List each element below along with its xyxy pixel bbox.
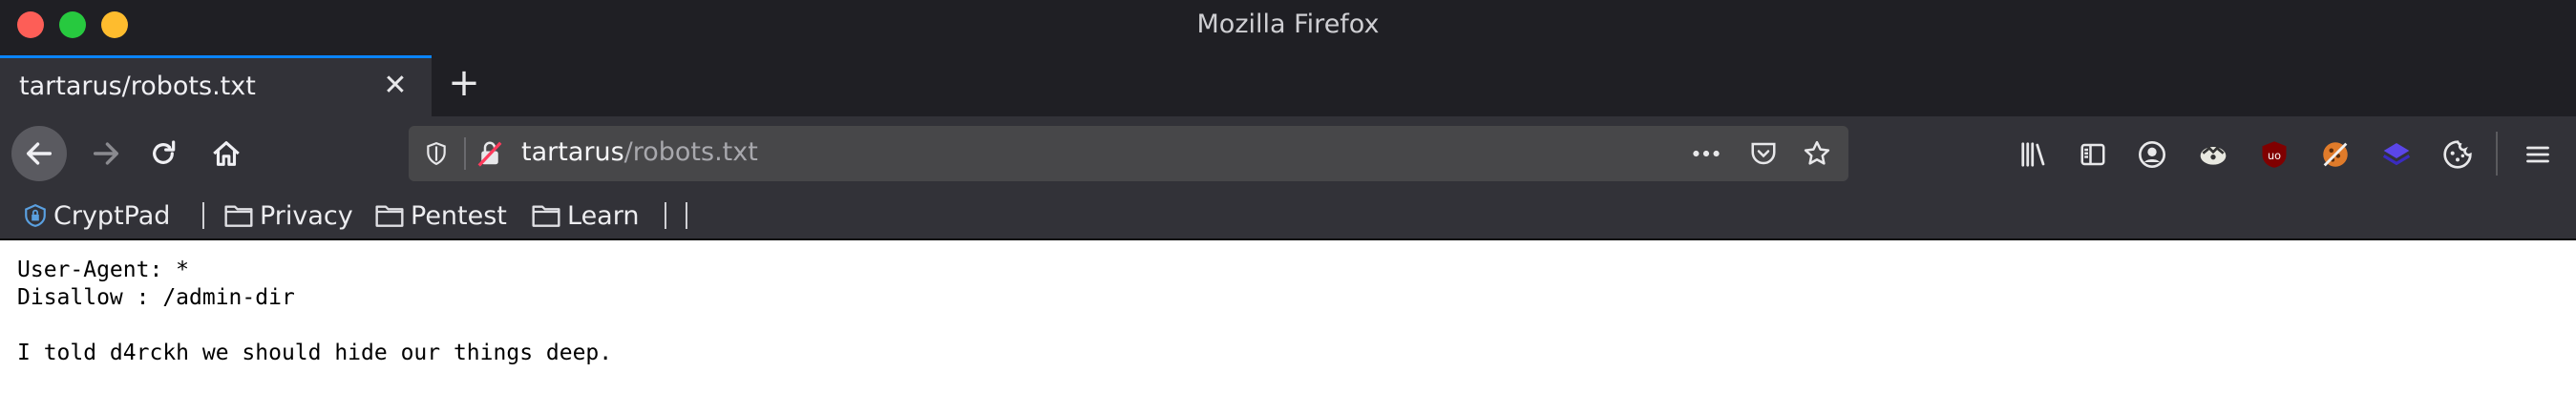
extension-cookie-autodelete-icon[interactable] <box>2318 137 2353 172</box>
folder-icon <box>532 205 560 227</box>
tab-close-icon[interactable]: ✕ <box>380 72 411 102</box>
new-tab-button[interactable]: + <box>445 64 483 103</box>
url-host: tartarus <box>521 137 624 167</box>
arrow-right-icon <box>93 142 119 165</box>
nav-toolbar: tartarus/robots.txt uo <box>0 116 2576 191</box>
bookmark-star-icon[interactable] <box>1803 139 1831 168</box>
bookmark-label: CryptPad <box>53 200 171 231</box>
robots-line: Disallow : /admin-dir <box>17 285 295 310</box>
sidebar-icon[interactable] <box>2076 137 2110 172</box>
pocket-icon[interactable] <box>1749 139 1778 168</box>
tab-robots-txt[interactable]: tartarus/robots.txt ✕ <box>0 55 432 116</box>
url-bar[interactable]: tartarus/robots.txt <box>409 126 1848 181</box>
home-button[interactable] <box>199 126 254 181</box>
bookmarks-toolbar: CryptPad Privacy Pentest Learn <box>0 191 2576 240</box>
url-path: /robots.txt <box>623 137 758 167</box>
extension-cookie-icon[interactable] <box>2440 137 2475 172</box>
window-titlebar: Mozilla Firefox <box>0 0 2576 53</box>
bookmark-separator <box>202 202 204 229</box>
insecure-connection-icon[interactable] <box>475 139 504 168</box>
bookmark-cryptpad[interactable]: CryptPad <box>23 198 170 233</box>
library-icon[interactable] <box>2016 137 2051 172</box>
bookmark-label: Privacy <box>260 200 353 231</box>
arrow-left-icon <box>26 142 53 165</box>
forward-button[interactable] <box>78 126 134 181</box>
bookmark-folder-pentest[interactable]: Pentest <box>374 198 507 233</box>
robots-line: I told d4rckh we should hide our things … <box>17 341 613 365</box>
url-bar-separator <box>464 137 466 170</box>
robots-line: User-Agent: * <box>17 258 190 282</box>
toolbar-separator <box>2496 132 2498 176</box>
bookmark-label: Learn <box>567 200 640 231</box>
svg-text:uo: uo <box>2268 150 2281 162</box>
reload-button[interactable] <box>136 126 191 181</box>
window-title: Mozilla Firefox <box>1196 10 1380 39</box>
back-button[interactable] <box>11 126 67 181</box>
account-icon[interactable] <box>2135 137 2169 172</box>
bookmark-folder-privacy[interactable]: Privacy <box>223 198 353 233</box>
url-text[interactable]: tartarus/robots.txt <box>521 137 758 167</box>
page-content: User-Agent: * Disallow : /admin-dir I to… <box>0 242 2576 393</box>
bookmark-folder-learn[interactable]: Learn <box>531 198 639 233</box>
bookmark-separator <box>686 202 687 229</box>
tab-title: tartarus/robots.txt <box>19 72 256 101</box>
bookmark-separator <box>665 202 666 229</box>
cryptpad-icon <box>25 203 46 227</box>
home-icon <box>213 141 240 166</box>
extension-ublock-origin-icon[interactable]: uo <box>2257 137 2291 172</box>
extension-wappalyzer-icon[interactable] <box>2379 137 2414 172</box>
tracking-shield-icon[interactable] <box>422 139 451 168</box>
reload-icon <box>153 140 176 164</box>
extension-privacy-badger-icon[interactable] <box>2196 137 2230 172</box>
folder-icon <box>224 205 253 227</box>
tab-strip: tartarus/robots.txt ✕ + <box>0 53 2576 116</box>
folder-icon <box>375 205 404 227</box>
more-actions-icon[interactable] <box>1692 139 1721 168</box>
hamburger-menu-icon[interactable] <box>2521 137 2555 172</box>
bookmark-label: Pentest <box>411 200 507 231</box>
